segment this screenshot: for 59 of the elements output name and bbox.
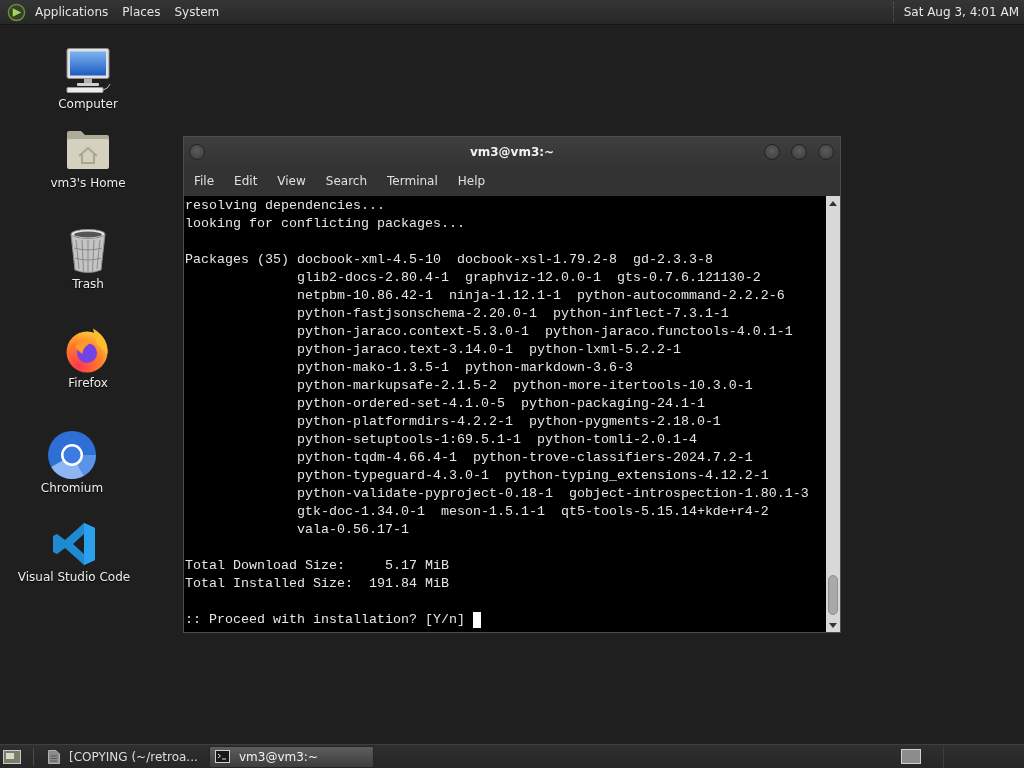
terminal-line: docbook-xml-4.5-10 docbook-xsl-1.79.2-8 gd-2.3.3-8 (296, 251, 713, 269)
desktop-icon-label[interactable]: Visual Studio Code (17, 570, 131, 584)
window-title: vm3@vm3:~ (469, 144, 555, 159)
document-icon (48, 749, 60, 764)
ribbon-logo-icon[interactable] (52, 522, 96, 566)
menu-item[interactable]: View (267, 166, 316, 196)
desktop-icon-label[interactable]: vm3's Home (50, 176, 126, 190)
desktop-icon-label[interactable]: Firefox (68, 376, 108, 390)
terminal-line: python-platformdirs-4.2.2-1 python-pygments-2.18.0-1 (296, 413, 721, 431)
terminal-line: 191.84 MiB (368, 575, 449, 593)
panel-menu[interactable]: Applications (28, 0, 116, 24)
terminal-line: vala-0.56.17-1 (296, 521, 409, 539)
text-cursor-icon (472, 612, 481, 628)
terminal-line: python-mako-1.3.5-1 python-markdown-3.6-3 (296, 359, 633, 377)
scrollbar[interactable] (826, 196, 840, 632)
panel-menu[interactable]: System (167, 0, 227, 24)
terminal-line: looking for conflicting packages... (185, 215, 465, 233)
desktop-icon-label[interactable]: Trash (72, 277, 104, 291)
terminal-line: Total Download Size: (185, 557, 345, 575)
menu-logo-icon[interactable] (7, 2, 26, 22)
terminal-line: glib2-docs-2.80.4-1 graphviz-12.0.0-1 gts-0.7.6.121130-2 (296, 269, 761, 287)
terminal-line: python-tqdm-4.66.4-1 python-trove-classifiers-2024.7.2-1 (296, 449, 753, 467)
ring-logo-icon[interactable] (48, 431, 96, 479)
terminal-line: python-validate-pyproject-0.18-1 gobject-introspection-1.80.1-3 (296, 485, 809, 503)
desktop-icon-label[interactable]: Chromium (40, 481, 104, 495)
terminal-line: python-jaraco.context-5.3.0-1 python-jaraco.functools-4.0.1-1 (296, 323, 793, 341)
home-folder-icon[interactable] (66, 130, 110, 170)
terminal-line: python-ordered-set-4.1.0-5 python-packaging-24.1-1 (296, 395, 705, 413)
menu-item[interactable]: Help (447, 166, 496, 196)
terminal-line: python-setuptools-1:69.5.1-1 python-tomli-2.0.1-4 (296, 431, 697, 449)
menu-item[interactable]: Terminal (377, 166, 448, 196)
terminal-line: gtk-doc-1.34.0-1 meson-1.5.1-1 qt5-tools-5.15.14+kde+r4-2 (296, 503, 769, 521)
scroll-down-arrow-icon[interactable] (829, 623, 837, 628)
terminal-line: python-markupsafe-2.1.5-2 python-more-itertools-10.3.0-1 (296, 377, 753, 395)
taskbar-button[interactable]: vm3@vm3:~ (209, 745, 374, 768)
show-desktop-icon[interactable] (3, 749, 21, 764)
terminal-line: python-fastjsonschema-2.20.0-1 python-inflect-7.3.1-1 (296, 305, 729, 323)
terminal-icon (215, 750, 230, 763)
flame-globe-icon[interactable] (66, 327, 110, 373)
prompt-line: :: Proceed with installation? [Y/n] (185, 611, 465, 629)
terminal-line: Packages (35) (185, 251, 289, 269)
terminal-line: resolving dependencies... (185, 197, 385, 215)
panel-menu[interactable]: Places (115, 0, 168, 24)
terminal-line: netpbm-10.86.42-1 ninja-1.12.1-1 python-autocommand-2.2.2-6 (296, 287, 785, 305)
taskbar-button[interactable]: [COPYING (~/retroa... (43, 745, 208, 768)
menu-item[interactable]: File (184, 166, 225, 196)
workspace-switcher[interactable] (901, 749, 921, 764)
terminal-line: Total Installed Size: (185, 575, 353, 593)
monitor-icon[interactable] (64, 48, 112, 94)
clock-text[interactable]: Sat Aug 3, 4:01 AM (903, 5, 1019, 19)
trash-can-icon[interactable] (68, 228, 108, 274)
terminal-line: python-typeguard-4.3.0-1 python-typing_extensions-4.12.2-1 (296, 467, 769, 485)
menu-item[interactable]: Search (315, 166, 378, 196)
terminal-line: 5.17 MiB (384, 557, 449, 575)
scrollbar-thumb[interactable] (828, 575, 838, 615)
terminal-line: python-jaraco.text-3.14.0-1 python-lxml-5.2.2-1 (296, 341, 681, 359)
desktop-icon-label[interactable]: Computer (58, 97, 118, 111)
scroll-up-arrow-icon[interactable] (829, 201, 837, 206)
menu-item[interactable]: Edit (224, 166, 268, 196)
